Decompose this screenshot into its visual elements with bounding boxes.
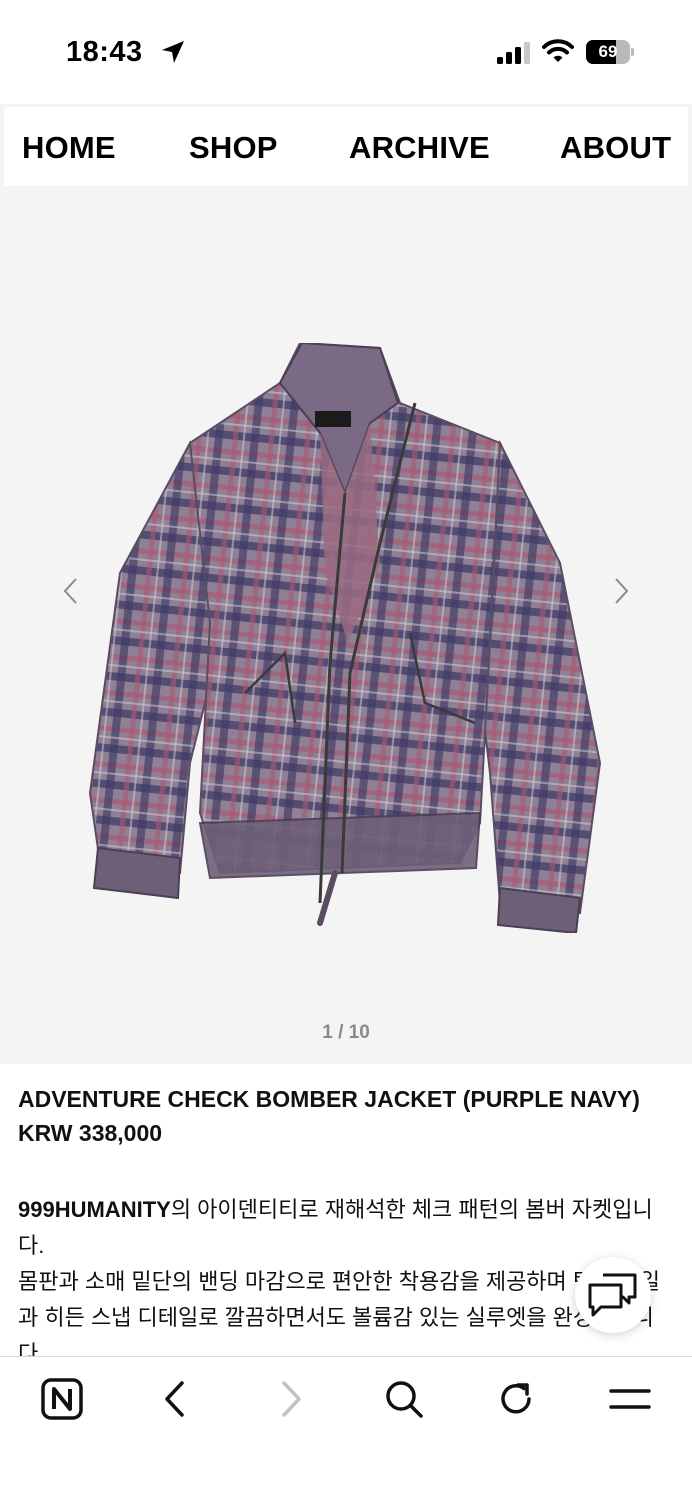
status-time: 18:43 bbox=[66, 36, 143, 68]
site-nav: HOME SHOP ARCHIVE ABOUT bbox=[4, 107, 688, 186]
product-description: 999HUMANITY의 아이덴티티로 재해석한 체크 패턴의 봄버 자켓입니다… bbox=[18, 1192, 678, 1356]
refresh-icon[interactable] bbox=[494, 1377, 538, 1421]
wifi-icon bbox=[542, 39, 574, 62]
site-nav-wrapper: HOME SHOP ARCHIVE ABOUT bbox=[0, 104, 692, 188]
description-brand: 999HUMANITY bbox=[18, 1197, 171, 1222]
location-arrow-icon bbox=[162, 41, 184, 63]
product-price: KRW 338,000 bbox=[18, 1120, 163, 1146]
chevron-left-icon[interactable] bbox=[56, 576, 86, 606]
search-icon[interactable] bbox=[382, 1377, 426, 1421]
chat-bubbles-icon bbox=[588, 1273, 637, 1317]
cellular-signal-icon bbox=[497, 42, 530, 64]
naver-home-icon[interactable] bbox=[40, 1377, 84, 1421]
menu-icon[interactable] bbox=[608, 1377, 652, 1421]
product-title: ADVENTURE CHECK BOMBER JACKET (PURPLE NA… bbox=[18, 1086, 640, 1112]
chevron-right-icon[interactable] bbox=[606, 576, 636, 606]
battery-percent: 69 bbox=[598, 42, 618, 61]
description-detail: 몸판과 소매 밑단의 밴딩 마감으로 편안한 착용감을 제공하며 턱 디테일과 … bbox=[18, 1269, 660, 1356]
chat-button[interactable] bbox=[575, 1257, 651, 1333]
browser-toolbar bbox=[0, 1356, 692, 1500]
nav-item-archive[interactable]: ARCHIVE bbox=[349, 107, 490, 186]
status-bar: 18:43 69 bbox=[0, 0, 692, 104]
nav-item-home[interactable]: HOME bbox=[22, 107, 116, 186]
nav-item-about[interactable]: ABOUT bbox=[560, 107, 671, 186]
back-arrow-icon[interactable] bbox=[154, 1377, 198, 1421]
battery-indicator: 69 bbox=[586, 40, 634, 64]
nav-item-shop[interactable]: SHOP bbox=[189, 107, 278, 186]
image-counter: 1 / 10 bbox=[322, 1022, 370, 1043]
forward-arrow-icon[interactable] bbox=[268, 1377, 312, 1421]
plaid-bomber-jacket-photo bbox=[88, 343, 602, 933]
product-gallery[interactable]: 1 / 10 bbox=[0, 188, 692, 1064]
